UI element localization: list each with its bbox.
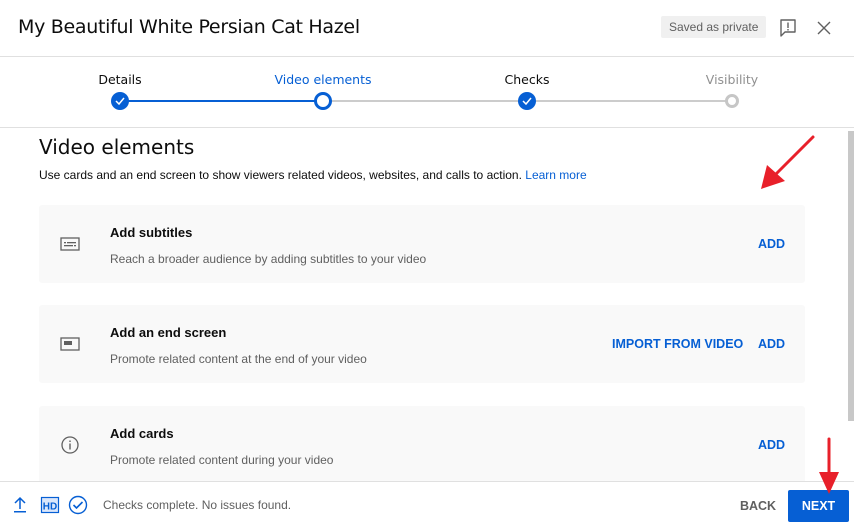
card-add-end-screen: Add an end screen Promote related conten… [39,305,805,383]
video-title: My Beautiful White Persian Cat Hazel [18,16,360,38]
dialog-footer: HD Checks complete. No issues found. BAC… [0,481,854,528]
step-label: Visibility [705,72,759,87]
learn-more-link[interactable]: Learn more [525,168,586,182]
subtitles-icon [59,234,81,254]
step-label: Video elements [274,72,372,87]
description-text: Use cards and an end screen to show view… [39,168,522,182]
section-description: Use cards and an end screen to show view… [39,168,587,182]
next-button[interactable]: NEXT [788,490,849,522]
feedback-button[interactable] [776,16,800,40]
upload-icon[interactable] [12,495,28,515]
card-title: Add cards [110,426,174,441]
card-description: Reach a broader audience by adding subti… [110,252,427,266]
card-add-subtitles: Add subtitles Reach a broader audience b… [39,205,805,283]
add-subtitles-button[interactable]: ADD [758,237,785,251]
import-from-video-button[interactable]: IMPORT FROM VIDEO [612,337,743,351]
card-title: Add an end screen [110,325,227,340]
check-circle-icon[interactable] [68,495,88,515]
svg-text:HD: HD [43,502,57,513]
step-current-dot [314,92,332,110]
video-elements-panel: Video elements Use cards and an end scre… [0,129,848,481]
card-title: Add subtitles [110,225,193,240]
close-icon [817,21,831,35]
back-button[interactable]: BACK [730,490,786,522]
checks-status-text: Checks complete. No issues found. [103,498,292,512]
section-title: Video elements [39,135,195,159]
add-end-screen-button[interactable]: ADD [758,337,785,351]
step-label: Details [98,72,142,87]
upload-stepper: Details Video elements Checks Visibility [0,58,854,128]
step-done-dot [518,92,536,110]
check-icon [115,97,125,105]
card-description: Promote related content at the end of yo… [110,352,367,366]
stepper-track-complete [120,100,323,102]
scrollbar-thumb[interactable] [848,131,854,421]
feedback-icon [780,19,796,37]
info-icon [59,435,81,455]
step-done-dot [111,92,129,110]
dialog-header: My Beautiful White Persian Cat Hazel Sav… [0,0,854,57]
add-cards-button[interactable]: ADD [758,438,785,452]
card-description: Promote related content during your vide… [110,453,334,467]
check-icon [522,97,532,105]
close-button[interactable] [812,16,836,40]
card-add-cards: Add cards Promote related content during… [39,406,805,481]
step-label: Checks [504,72,550,87]
saved-status-badge: Saved as private [661,16,767,38]
hd-icon[interactable]: HD [40,495,60,515]
end-screen-icon [59,334,81,354]
step-todo-dot [725,94,739,108]
content-scrollbar[interactable] [848,129,854,481]
